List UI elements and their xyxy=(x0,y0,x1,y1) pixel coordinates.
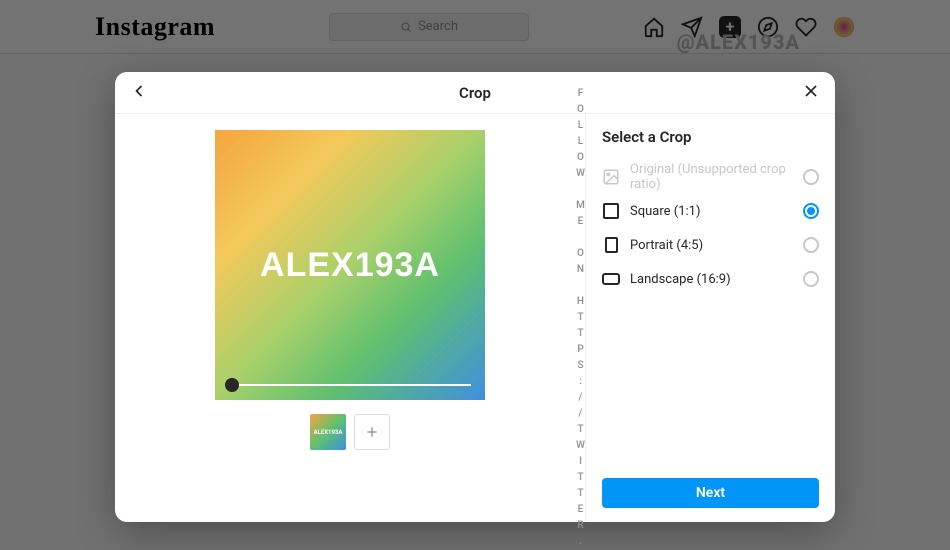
radio-unselected[interactable] xyxy=(803,237,819,253)
crop-option-landscape[interactable]: Landscape (16:9) xyxy=(602,262,819,296)
zoom-slider-track[interactable] xyxy=(229,384,471,386)
crop-option-original[interactable]: Original (Unsupported crop ratio) xyxy=(602,160,819,194)
close-button[interactable] xyxy=(801,81,821,105)
portrait-icon xyxy=(602,236,620,254)
back-button[interactable] xyxy=(129,81,149,105)
modal-title: Crop xyxy=(459,84,491,102)
plus-icon xyxy=(364,424,380,440)
zoom-slider-handle[interactable] xyxy=(225,378,239,392)
thumbnail-1[interactable]: ALEX193A xyxy=(310,414,346,450)
landscape-icon xyxy=(602,270,620,288)
crop-preview-pane: ALEX193A ALEX193A xyxy=(115,114,585,522)
preview-watermark: ALEX193A xyxy=(260,246,440,285)
crop-option-square[interactable]: Square (1:1) xyxy=(602,194,819,228)
crop-option-label: Original (Unsupported crop ratio) xyxy=(630,162,793,192)
radio-unselected[interactable] xyxy=(803,169,819,185)
radio-selected[interactable] xyxy=(803,203,819,219)
crop-option-portrait[interactable]: Portrait (4:5) xyxy=(602,228,819,262)
crop-options-title: Select a Crop xyxy=(602,128,819,146)
next-button[interactable]: Next xyxy=(602,478,819,508)
crop-options-pane: Select a Crop Original (Unsupported crop… xyxy=(585,114,835,522)
thumbnail-strip: ALEX193A xyxy=(310,414,390,450)
square-icon xyxy=(602,202,620,220)
close-icon xyxy=(801,81,821,101)
crop-preview[interactable]: ALEX193A xyxy=(215,130,485,400)
radio-unselected[interactable] xyxy=(803,271,819,287)
crop-option-label: Portrait (4:5) xyxy=(630,238,793,253)
chevron-left-icon xyxy=(129,81,149,101)
crop-option-label: Landscape (16:9) xyxy=(630,272,793,287)
modal-header: Crop xyxy=(115,72,835,114)
crop-option-label: Square (1:1) xyxy=(630,204,793,219)
add-media-button[interactable] xyxy=(354,414,390,450)
crop-modal: Crop ALEX193A ALEX193A Se xyxy=(115,72,835,522)
image-icon xyxy=(602,168,620,186)
